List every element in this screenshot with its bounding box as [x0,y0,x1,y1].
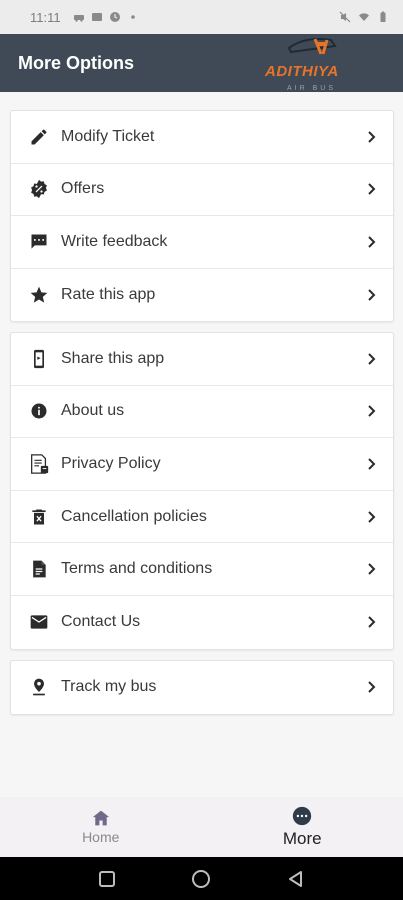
chevron-right-icon [368,510,376,523]
back-icon[interactable] [287,870,305,888]
menu-item-privacy-policy[interactable]: Privacy Policy [11,438,393,491]
chevron-right-icon [368,353,376,365]
recents-icon[interactable] [98,870,116,888]
more-dots-icon [293,806,312,826]
nav-more[interactable]: More [202,797,403,857]
menu-item-about-us[interactable]: About us [11,386,393,439]
page-title: More Options [18,52,134,73]
menu-item-offers[interactable]: Offers [11,164,393,217]
menu-item-terms-and-conditions[interactable]: Terms and conditions [11,543,393,596]
options-group-tracking: Track my bus [10,660,394,715]
menu-item-label: Share this app [61,349,165,367]
chevron-right-icon [368,289,376,301]
chevron-right-icon [368,236,376,248]
chevron-right-icon [368,563,376,575]
offer-badge-icon [27,177,51,201]
app-bar: More Options ADITHIYA AIR BUS [0,34,403,92]
logo-sub-text: AIR BUS [287,85,337,92]
system-nav-bar [0,857,403,900]
location-pin-icon [27,675,51,699]
nav-more-label: More [282,829,322,848]
clock-icon [109,12,120,22]
chevron-right-icon [368,183,376,196]
menu-item-rate-this-app[interactable]: Rate this app [11,269,393,322]
chevron-right-icon [368,458,376,470]
cancel-trash-icon [27,505,51,529]
chevron-right-icon [368,131,376,143]
home-icon [92,810,109,826]
chevron-right-icon [368,616,376,628]
menu-item-label: Offers [61,180,105,198]
nav-home-label: Home [82,829,120,845]
privacy-doc-icon [27,452,51,476]
home-circle-icon[interactable] [191,869,211,889]
document-icon [27,557,51,581]
battery-icon [380,11,386,22]
menu-item-modify-ticket[interactable]: Modify Ticket [11,111,393,164]
share-phone-icon [27,347,51,371]
star-icon [27,283,51,307]
menu-item-track-my-bus[interactable]: Track my bus [11,661,393,714]
menu-item-label: Privacy Policy [61,454,161,472]
mail-icon [27,610,51,634]
menu-item-label: Rate this app [61,286,156,304]
menu-item-label: Cancellation policies [61,507,207,525]
info-icon [27,399,51,423]
logo-brand-text: ADITHIYA [265,63,339,80]
menu-item-label: Write feedback [61,232,168,250]
wifi-icon [359,13,369,21]
menu-item-label: Modify Ticket [61,127,155,145]
options-group-info: Share this app About us Privacy Policy C… [10,332,394,650]
chevron-right-icon [368,405,376,418]
menu-item-cancellation-policies[interactable]: Cancellation policies [11,491,393,544]
photo-icon [91,13,102,21]
menu-item-contact-us[interactable]: Contact Us [11,596,393,649]
feedback-icon [27,230,51,254]
menu-item-label: Contact Us [61,613,141,631]
menu-item-label: Terms and conditions [61,560,213,578]
pencil-icon [27,125,51,149]
bottom-nav: Home More [0,797,403,857]
dot-icon [130,15,135,19]
status-time: 11:11 [30,9,61,25]
status-bar: 11:11 [0,0,403,34]
menu-item-label: Track my bus [61,678,157,696]
options-group-main: Modify Ticket Offers Write feedback Rate… [10,110,394,323]
menu-item-share-this-app[interactable]: Share this app [11,333,393,386]
nav-home[interactable]: Home [0,797,202,857]
chevron-right-icon [368,681,376,694]
mute-icon [339,11,351,23]
menu-item-label: About us [61,402,125,420]
brand-logo: ADITHIYA AIR BUS [265,34,357,92]
car-icon [73,15,84,22]
menu-item-write-feedback[interactable]: Write feedback [11,216,393,269]
